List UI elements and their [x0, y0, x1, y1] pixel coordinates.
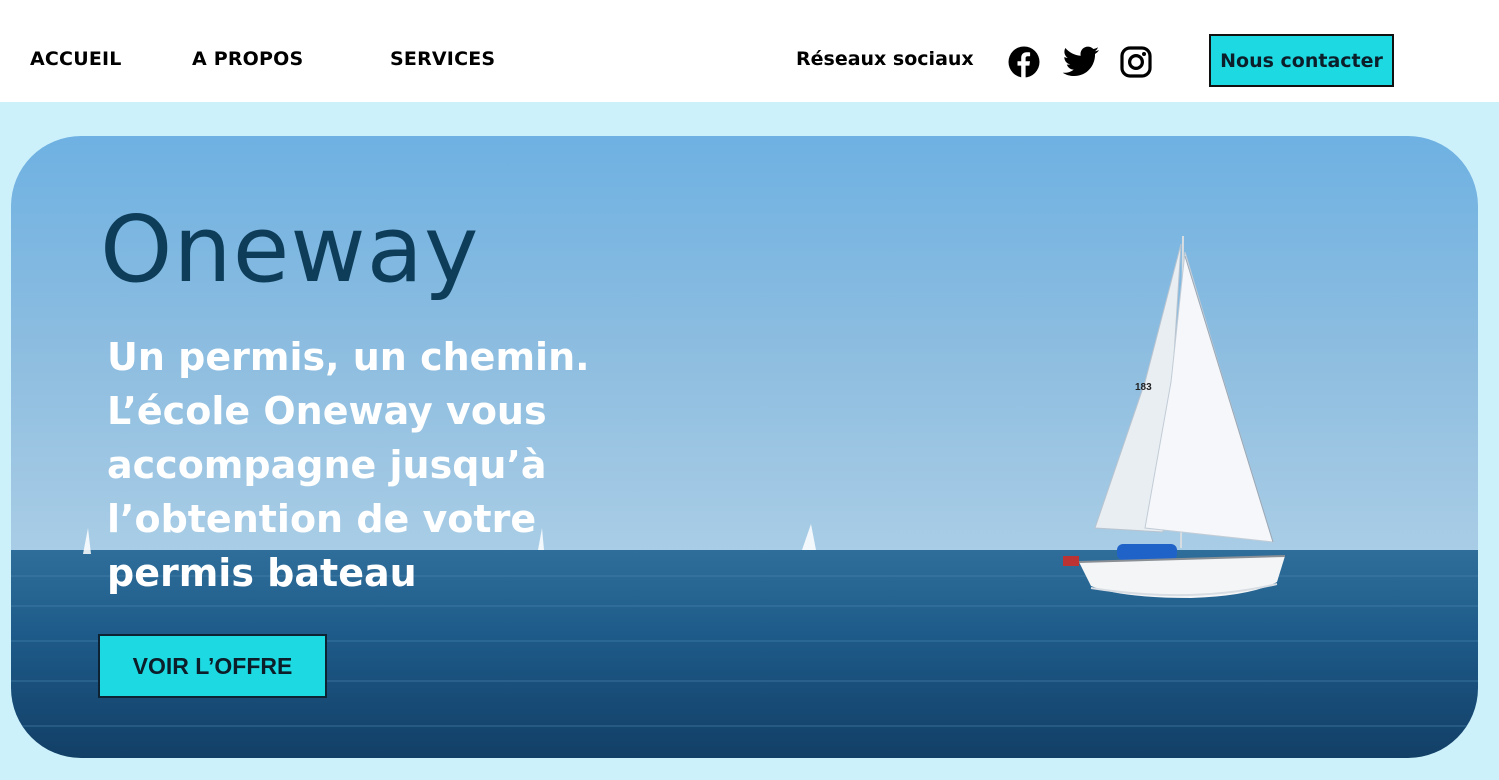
facebook-icon[interactable]: [1008, 46, 1040, 78]
contact-button[interactable]: Nous contacter: [1209, 34, 1394, 87]
hero-tagline-line: accompagne jusqu’à: [107, 443, 547, 487]
sailboat-image: 183: [1063, 235, 1286, 598]
hero-tagline: Un permis, un chemin. L’école Oneway vou…: [107, 330, 590, 600]
hero-tagline-line: permis bateau: [107, 551, 417, 595]
hero-title: Oneway: [100, 196, 480, 303]
hero-tagline-line: l’obtention de votre: [107, 497, 537, 541]
nav-link-accueil[interactable]: ACCUEIL: [30, 48, 122, 70]
hero-banner: 183 Oneway Un permis, un chemin. L’école…: [11, 136, 1478, 758]
hero-tagline-line: L’école Oneway vous: [107, 389, 547, 433]
top-navigation-bar: ACCUEIL A PROPOS SERVICES Réseaux sociau…: [0, 0, 1499, 102]
twitter-icon[interactable]: [1062, 46, 1100, 78]
hero-tagline-line: Un permis, un chemin.: [107, 335, 590, 379]
view-offer-button[interactable]: VOIR L’OFFRE: [98, 634, 327, 698]
nav-link-services[interactable]: SERVICES: [390, 48, 495, 70]
nav-link-a-propos[interactable]: A PROPOS: [192, 48, 303, 70]
instagram-icon[interactable]: [1120, 46, 1152, 78]
sail-number: 183: [1135, 382, 1152, 393]
social-networks-label: Réseaux sociaux: [796, 48, 974, 70]
